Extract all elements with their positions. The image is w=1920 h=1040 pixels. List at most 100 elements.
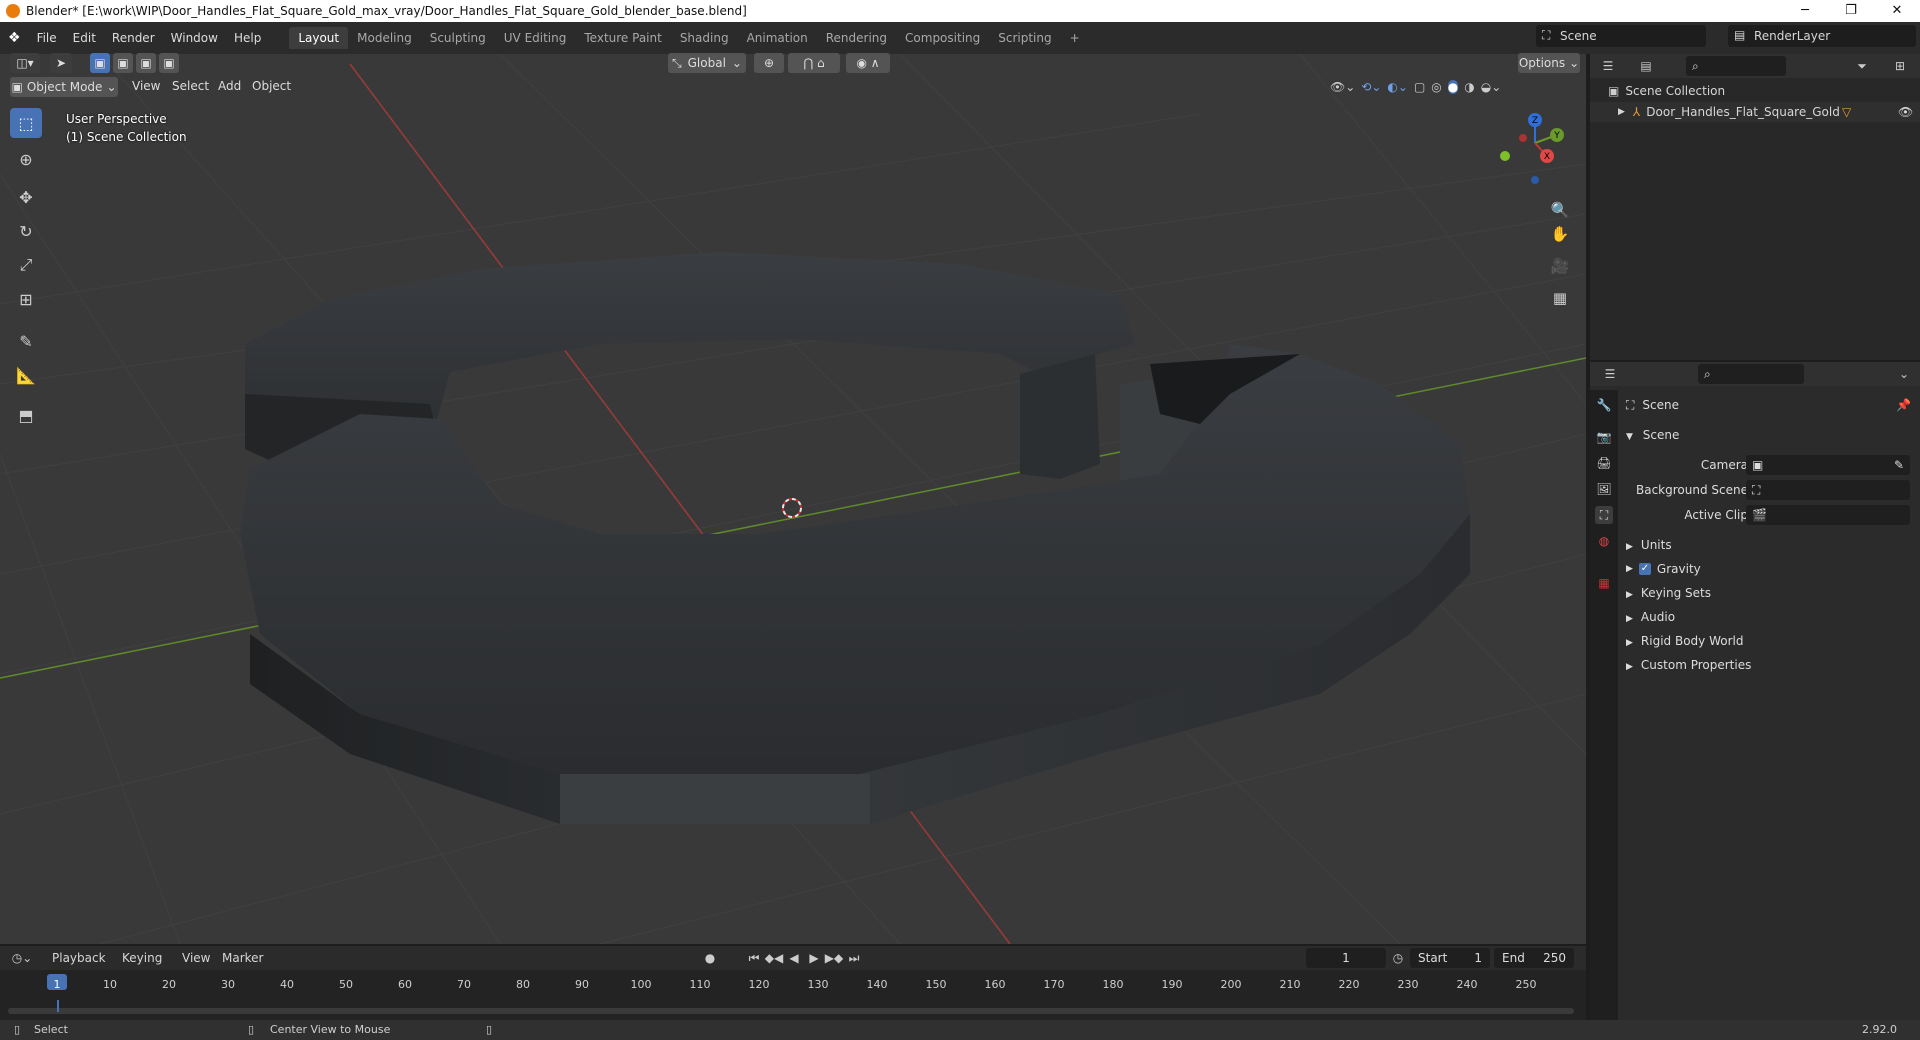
- play-icon[interactable]: ▶: [804, 949, 824, 967]
- record-keyframe-icon[interactable]: ●: [700, 949, 720, 967]
- texture-tab-icon[interactable]: ▦: [1595, 574, 1613, 592]
- overlay-toggle-icon[interactable]: ◐⌄: [1387, 80, 1408, 94]
- mesh-data-icon[interactable]: ▽: [1842, 105, 1851, 119]
- properties-search-input[interactable]: ⌕: [1698, 364, 1804, 384]
- preview-range-clock-icon[interactable]: ◷: [1388, 949, 1408, 967]
- viewport-menu-select[interactable]: Select: [172, 79, 209, 93]
- timeline-menu-marker[interactable]: Marker: [222, 951, 263, 965]
- timeline-menu-view[interactable]: View: [182, 951, 210, 965]
- gizmo-neg-y-handle[interactable]: [1500, 151, 1510, 161]
- select-new-icon[interactable]: ▣: [90, 53, 110, 73]
- restore-button[interactable]: ❐: [1828, 0, 1874, 22]
- scene-selector[interactable]: ⛶ Scene: [1536, 25, 1706, 47]
- timeline-menu-keying[interactable]: Keying: [122, 951, 162, 965]
- playhead-line[interactable]: [57, 1000, 59, 1012]
- section-audio[interactable]: ▶ Audio: [1626, 610, 1675, 624]
- viewport-menu-object[interactable]: Object: [252, 79, 291, 93]
- tab-texture-paint[interactable]: Texture Paint: [575, 27, 670, 49]
- chevron-down-icon[interactable]: ⌄: [1894, 365, 1914, 383]
- select-subtract-icon[interactable]: ▣: [136, 53, 156, 73]
- zoom-icon[interactable]: 🔍: [1548, 198, 1572, 222]
- rendered-shading-icon[interactable]: ◒⌄: [1481, 80, 1502, 94]
- snap-toggle[interactable]: ⋂ ⌂: [788, 53, 840, 73]
- viewport-menu-add[interactable]: Add: [218, 79, 241, 93]
- section-custom-properties[interactable]: ▶ Custom Properties: [1626, 658, 1751, 672]
- wireframe-shading-icon[interactable]: ◎: [1431, 80, 1441, 94]
- world-tab-icon[interactable]: ◍: [1595, 532, 1613, 550]
- tab-compositing[interactable]: Compositing: [896, 27, 989, 49]
- section-keying-sets[interactable]: ▶ Keying Sets: [1626, 586, 1711, 600]
- end-frame-field[interactable]: End 250: [1494, 948, 1574, 968]
- menu-edit[interactable]: Edit: [65, 27, 104, 49]
- gravity-checkbox[interactable]: ✓: [1638, 563, 1651, 575]
- scale-tool-icon[interactable]: ⤢: [10, 250, 42, 280]
- move-tool-icon[interactable]: ✥: [10, 182, 42, 212]
- proportional-editing-toggle[interactable]: ◉ ∧: [846, 53, 890, 73]
- background-scene-field[interactable]: ⛶: [1746, 480, 1910, 500]
- select-intersect-icon[interactable]: ▣: [159, 53, 179, 73]
- material-shading-icon[interactable]: ◑: [1464, 80, 1474, 94]
- active-clip-field[interactable]: 🎬: [1746, 505, 1910, 525]
- view-layer-tab-icon[interactable]: 🖼: [1595, 480, 1613, 498]
- close-button[interactable]: ✕: [1874, 0, 1920, 22]
- renderlayer-selector[interactable]: ▤ RenderLayer: [1728, 25, 1916, 47]
- annotate-tool-icon[interactable]: ✎: [10, 326, 42, 356]
- transform-orientation-dropdown[interactable]: ⤡ Global ⌄: [668, 53, 746, 73]
- xray-toggle-icon[interactable]: ▢: [1414, 80, 1425, 94]
- expand-arrow-icon[interactable]: ▶: [1618, 107, 1625, 117]
- gizmo-neg-z-handle[interactable]: [1531, 176, 1539, 184]
- transform-tool-icon[interactable]: ⊞: [10, 284, 42, 314]
- menu-window[interactable]: Window: [163, 27, 226, 49]
- visibility-icon[interactable]: 👁⌄: [1330, 80, 1355, 94]
- jump-keyframe-back-icon[interactable]: ◆◀: [764, 949, 784, 967]
- tab-modeling[interactable]: Modeling: [348, 27, 421, 49]
- section-rigid-body-world[interactable]: ▶ Rigid Body World: [1626, 634, 1743, 648]
- minimize-button[interactable]: ─: [1782, 0, 1828, 22]
- tab-uv-editing[interactable]: UV Editing: [495, 27, 576, 49]
- current-frame-field[interactable]: 1: [1306, 948, 1386, 968]
- select-box-tool-icon[interactable]: ⬚: [10, 108, 42, 138]
- scene-panel-header[interactable]: ▼ Scene: [1626, 428, 1679, 442]
- jump-keyframe-forward-icon[interactable]: ▶◆: [824, 949, 844, 967]
- gizmo-toggle-icon[interactable]: ⟲⌄: [1361, 80, 1381, 94]
- pin-icon[interactable]: 📌: [1896, 398, 1911, 412]
- solid-shading-icon[interactable]: ●: [1447, 80, 1459, 94]
- outliner-item-row[interactable]: ▶ ⅄ Door_Handles_Flat_Square_Gold ▽ 👁: [1590, 102, 1920, 122]
- camera-view-icon[interactable]: 🎥: [1548, 254, 1572, 278]
- camera-field[interactable]: ▣ ✎: [1746, 455, 1910, 475]
- filter-icon[interactable]: ⏷: [1852, 57, 1872, 75]
- start-frame-field[interactable]: Start 1: [1410, 948, 1490, 968]
- tab-shading[interactable]: Shading: [671, 27, 738, 49]
- jump-end-icon[interactable]: ⏭: [844, 949, 864, 967]
- viewport-menu-view[interactable]: View: [132, 79, 160, 93]
- tab-scripting[interactable]: Scripting: [989, 27, 1060, 49]
- pan-hand-icon[interactable]: ✋: [1548, 222, 1572, 246]
- tool-tab-icon[interactable]: 🔧: [1595, 396, 1613, 414]
- render-tab-icon[interactable]: 📷: [1595, 428, 1613, 446]
- tab-layout[interactable]: Layout: [289, 27, 349, 49]
- object-mode-dropdown[interactable]: ▣ Object Mode ⌄: [10, 77, 118, 97]
- 3d-viewport[interactable]: [0, 54, 1586, 944]
- timeline-editor-type-icon[interactable]: ◷⌄: [12, 949, 33, 967]
- scene-tab-icon[interactable]: ⛶: [1595, 506, 1613, 524]
- measure-tool-icon[interactable]: 📐: [10, 360, 42, 390]
- cursor-tool-icon[interactable]: ⊕: [10, 144, 42, 174]
- editor-type-button[interactable]: ◫▾: [10, 53, 40, 73]
- play-reverse-icon[interactable]: ◀: [784, 949, 804, 967]
- select-tool-button[interactable]: ➤: [50, 53, 72, 73]
- jump-start-icon[interactable]: ⏮: [744, 949, 764, 967]
- ortho-grid-icon[interactable]: ▦: [1548, 286, 1572, 310]
- timeline-scrollbar[interactable]: [8, 1008, 1574, 1014]
- rotate-tool-icon[interactable]: ↻: [10, 216, 42, 246]
- section-gravity[interactable]: ▶ ✓ Gravity: [1626, 562, 1701, 576]
- select-extend-icon[interactable]: ▣: [113, 53, 133, 73]
- options-dropdown[interactable]: Options ⌄: [1518, 53, 1580, 73]
- outliner-editor-type-icon[interactable]: ☰: [1598, 57, 1618, 75]
- pivot-point-dropdown[interactable]: ⊕: [754, 53, 784, 73]
- gizmo-neg-x-handle[interactable]: [1519, 134, 1527, 142]
- menu-file[interactable]: File: [29, 27, 65, 49]
- eye-visibility-icon[interactable]: 👁: [1898, 105, 1913, 119]
- eyedropper-icon[interactable]: ✎: [1894, 458, 1904, 472]
- outliner-root-row[interactable]: ▣ Scene Collection: [1608, 84, 1725, 98]
- tab-sculpting[interactable]: Sculpting: [421, 27, 495, 49]
